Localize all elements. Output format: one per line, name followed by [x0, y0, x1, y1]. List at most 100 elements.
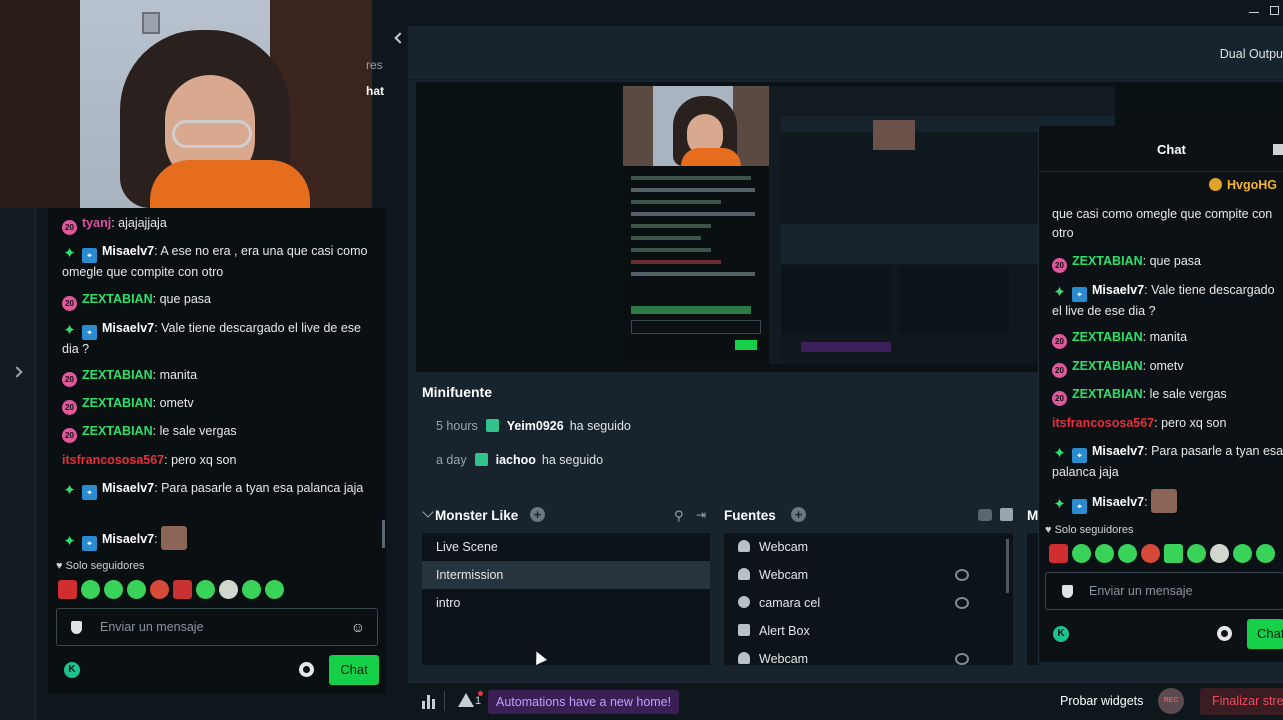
emote-icon[interactable] — [1210, 544, 1229, 563]
emote-icon[interactable] — [1233, 544, 1252, 563]
emote-icon[interactable] — [127, 580, 146, 599]
stats-icon[interactable] — [422, 695, 436, 709]
pinned-user[interactable]: HvgoHG — [1209, 178, 1277, 192]
emote-icon[interactable] — [58, 580, 77, 599]
gear-icon[interactable] — [299, 662, 314, 677]
emote-icon[interactable] — [1095, 544, 1114, 563]
dual-output-label[interactable]: Dual Outpu — [1220, 47, 1283, 61]
chat-message-input[interactable]: Enviar un mensaje ☺ — [56, 608, 378, 646]
chat-message: ✦ ⌖ Misaelv7: Vale tiene descargado el liv… — [62, 321, 361, 356]
eye-hidden-icon[interactable] — [955, 597, 969, 609]
emote-icon[interactable] — [150, 580, 169, 599]
emote-icon[interactable] — [1141, 544, 1160, 563]
minimize-icon[interactable] — [1249, 12, 1259, 13]
chat-username[interactable]: ZEXTABIAN — [1072, 387, 1143, 401]
maximize-icon[interactable] — [1270, 6, 1279, 15]
add-source-icon[interactable]: + — [791, 507, 806, 522]
chevron-right-icon[interactable] — [11, 366, 23, 378]
chat-username[interactable]: ZEXTABIAN — [1072, 330, 1143, 344]
vip-badge-icon: ⌖ — [1072, 287, 1087, 302]
chat-message-input[interactable]: Enviar un mensaje — [1045, 572, 1283, 610]
chat-username[interactable]: itsfrancososa567 — [1052, 416, 1154, 430]
emote-icon[interactable] — [219, 580, 238, 599]
scene-item[interactable]: intro — [422, 589, 710, 617]
chat-username[interactable]: itsfrancososa567 — [62, 453, 164, 467]
chat-username[interactable]: Misaelv7 — [1092, 283, 1144, 297]
emote-bar — [58, 580, 358, 602]
chat-text: manita — [159, 368, 198, 382]
event-user[interactable]: iachoo — [496, 453, 536, 467]
eye-hidden-icon[interactable] — [955, 569, 969, 581]
emote-icon[interactable] — [1118, 544, 1137, 563]
chat-username[interactable]: tyanj — [82, 216, 111, 230]
scene-label: intro — [436, 596, 461, 610]
emote-icon[interactable] — [81, 580, 100, 599]
emote-icon[interactable] — [1187, 544, 1206, 563]
emote-icon[interactable] — [196, 580, 215, 599]
emote-icon[interactable] — [242, 580, 261, 599]
chat-message: ✦ ⌖ Misaelv7: Vale tiene descargado el liv… — [1052, 283, 1275, 318]
source-item[interactable]: Webcam — [724, 561, 1013, 589]
source-label: Webcam — [759, 540, 809, 554]
app-root: 20 tyanj: ajajajjaja ✦ ⌖ Misaelv7: A ese no… — [0, 0, 1283, 720]
followers-only-label: Solo seguidores — [1054, 524, 1134, 536]
add-folder-icon[interactable] — [1000, 508, 1013, 521]
eye-hidden-icon[interactable] — [955, 653, 969, 665]
send-chat-button[interactable]: Chat — [1247, 619, 1283, 649]
emote-icon[interactable] — [1256, 544, 1275, 563]
chat-username[interactable]: Misaelv7 — [1092, 495, 1144, 509]
chat-username[interactable]: ZEXTABIAN — [82, 368, 153, 382]
source-label: camara cel — [759, 596, 821, 610]
scene-item[interactable]: Live Scene — [422, 533, 710, 561]
record-button[interactable]: REC — [1158, 688, 1184, 714]
chat-username[interactable]: Misaelv7 — [102, 244, 154, 258]
emoji-icon[interactable]: ☺ — [351, 620, 365, 634]
warning-icon[interactable] — [458, 693, 474, 707]
chat-text: manita — [1149, 330, 1188, 344]
subscriber-badge-icon: 20 — [1052, 391, 1067, 406]
chat-username[interactable]: ZEXTABIAN — [1072, 359, 1143, 373]
users-icon[interactable] — [1273, 144, 1283, 155]
chat-scrollbar[interactable] — [382, 520, 385, 548]
send-chat-button[interactable]: Chat — [329, 655, 379, 685]
chat-username[interactable]: Misaelv7 — [102, 532, 154, 546]
audio-toggle-icon[interactable] — [978, 509, 992, 521]
glasses — [172, 120, 252, 148]
chat-username[interactable]: Misaelv7 — [102, 481, 154, 495]
automations-banner[interactable]: Automations have a new home! — [488, 690, 680, 714]
emote-icon[interactable] — [173, 580, 192, 599]
source-item[interactable]: Webcam — [724, 645, 1013, 665]
emote-bar — [1049, 544, 1283, 566]
star-badge-icon: ✦ — [1053, 445, 1066, 462]
star-badge-icon: ✦ — [63, 533, 76, 550]
emote-icon[interactable] — [104, 580, 123, 599]
source-item[interactable]: camara cel — [724, 589, 1013, 617]
emote-icon[interactable] — [1072, 544, 1091, 563]
source-item[interactable]: Alert Box — [724, 617, 1013, 645]
chat-username[interactable]: ZEXTABIAN — [82, 292, 153, 306]
event-user[interactable]: Yeim0926 — [507, 419, 564, 433]
chat-username[interactable]: ZEXTABIAN — [82, 424, 153, 438]
pin-icon[interactable]: ⚲ — [674, 508, 688, 523]
emote-icon[interactable] — [1164, 544, 1183, 563]
emote-icon[interactable] — [1049, 544, 1068, 563]
chat-username[interactable]: Misaelv7 — [102, 321, 154, 335]
source-scrollbar[interactable] — [1006, 539, 1009, 593]
chat-message: ✦ ⌖ Misaelv7: Para pasarle a tyan esa pala… — [1052, 444, 1283, 479]
chat-text: que pasa — [1149, 254, 1201, 268]
chevron-down-icon[interactable] — [422, 506, 434, 518]
status-footer: 1 Automations have a new home! Probar wi… — [408, 682, 1283, 720]
chat-username[interactable]: ZEXTABIAN — [82, 396, 153, 410]
test-widgets-button[interactable]: Probar widgets — [1060, 694, 1143, 708]
gear-icon[interactable] — [1217, 626, 1232, 641]
chat-username[interactable]: Misaelv7 — [1092, 444, 1144, 458]
add-scene-icon[interactable]: + — [530, 507, 545, 522]
scene-collection-title[interactable]: Monster Like — [435, 508, 518, 523]
end-stream-button[interactable]: Finalizar stre — [1200, 688, 1283, 715]
emote-icon[interactable] — [265, 580, 284, 599]
scene-item-selected[interactable]: Intermission — [422, 561, 710, 589]
chat-username[interactable]: ZEXTABIAN — [1072, 254, 1143, 268]
chat-text: ometv — [159, 396, 194, 410]
source-item[interactable]: Webcam — [724, 533, 1013, 561]
transition-icon[interactable]: ⇥ — [696, 508, 710, 522]
